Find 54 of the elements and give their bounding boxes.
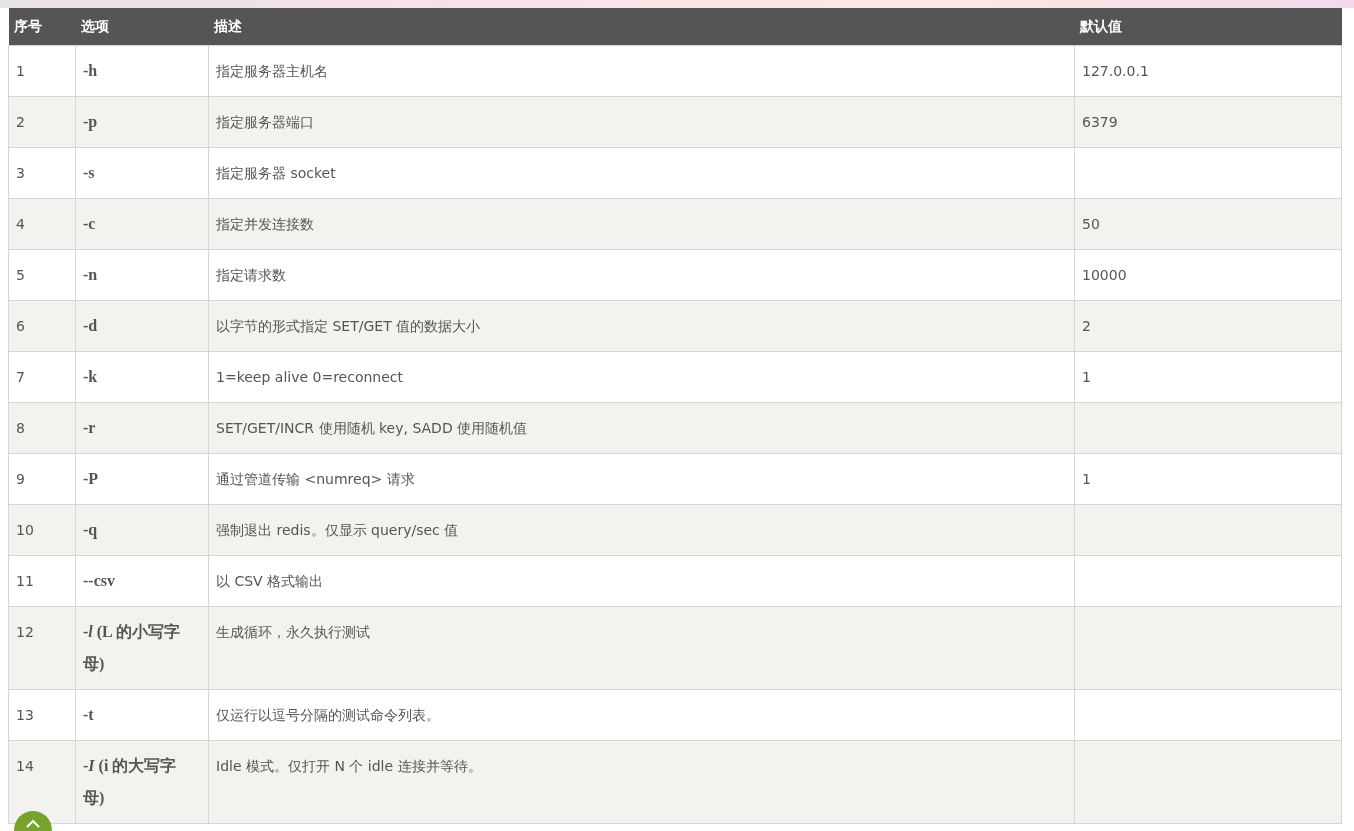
table-cell: 以字节的形式指定 SET/GET 值的数据大小 <box>208 300 1075 352</box>
table-cell: -n <box>75 249 209 301</box>
table-cell: -k <box>75 351 209 403</box>
table-cell: 13 <box>8 689 76 741</box>
table-cell: 指定服务器端口 <box>208 96 1075 148</box>
table-cell: 强制退出 redis。仅显示 query/sec 值 <box>208 504 1075 556</box>
table-cell: 1 <box>8 45 76 97</box>
table-cell: 指定服务器 socket <box>208 147 1075 199</box>
table-cell: 4 <box>8 198 76 250</box>
table-cell: 12 <box>8 606 76 690</box>
column-header: 序号 <box>8 8 76 46</box>
table-cell: -h <box>75 45 209 97</box>
column-header: 选项 <box>75 8 209 46</box>
table-cell: 通过管道传输 <numreq> 请求 <box>208 453 1075 505</box>
table-cell: -q <box>75 504 209 556</box>
table-cell: 50 <box>1074 198 1342 250</box>
table-cell: -r <box>75 402 209 454</box>
table-cell: 9 <box>8 453 76 505</box>
table-cell: 1=keep alive 0=reconnect <box>208 351 1075 403</box>
table-cell: 11 <box>8 555 76 607</box>
table-cell: 仅运行以逗号分隔的测试命令列表。 <box>208 689 1075 741</box>
table-cell: SET/GET/INCR 使用随机 key, SADD 使用随机值 <box>208 402 1075 454</box>
table-cell: 6 <box>8 300 76 352</box>
table-cell: 指定服务器主机名 <box>208 45 1075 97</box>
table-cell: 1 <box>1074 351 1342 403</box>
chevron-up-icon <box>26 819 40 828</box>
table-cell: 1 <box>1074 453 1342 505</box>
table-cell: 6379 <box>1074 96 1342 148</box>
table-cell: 以 CSV 格式输出 <box>208 555 1075 607</box>
table-cell: -l (L 的小写字母) <box>75 606 209 690</box>
table-cell: -p <box>75 96 209 148</box>
table-cell: 指定请求数 <box>208 249 1075 301</box>
table-cell: -t <box>75 689 209 741</box>
table-cell: Idle 模式。仅打开 N 个 idle 连接并等待。 <box>208 740 1075 824</box>
table-cell: 8 <box>8 402 76 454</box>
table-cell: 10 <box>8 504 76 556</box>
table-cell: 2 <box>1074 300 1342 352</box>
table-cell: 7 <box>8 351 76 403</box>
table-cell: -s <box>75 147 209 199</box>
table-cell: 14 <box>8 740 76 824</box>
table-cell: -P <box>75 453 209 505</box>
table-cell: 5 <box>8 249 76 301</box>
table-cell: 3 <box>8 147 76 199</box>
table-cell: --csv <box>75 555 209 607</box>
table-cell: 生成循环，永久执行测试 <box>208 606 1075 690</box>
table-cell: 127.0.0.1 <box>1074 45 1342 97</box>
table-cell: 2 <box>8 96 76 148</box>
table-cell: 指定并发连接数 <box>208 198 1075 250</box>
column-header: 描述 <box>208 8 1075 46</box>
table-cell: 10000 <box>1074 249 1342 301</box>
table-cell: -d <box>75 300 209 352</box>
column-header: 默认值 <box>1074 8 1342 46</box>
table-cell: -c <box>75 198 209 250</box>
table-cell: -I (i 的大写字母) <box>75 740 209 824</box>
